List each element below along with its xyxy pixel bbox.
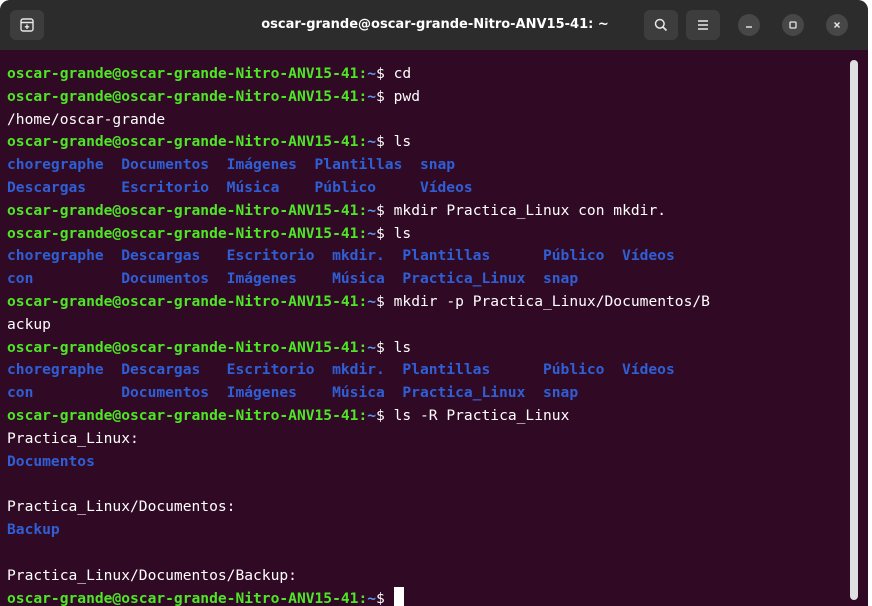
directory-names: Backup <box>7 520 60 538</box>
output-text: Practica_Linux/Documentos/Backup: <box>7 566 297 584</box>
prompt-colon: : <box>358 87 368 105</box>
output-text: ackup <box>7 315 51 333</box>
directory-listing-line: Documentos <box>7 451 847 474</box>
prompt-symbol: $ <box>376 133 385 151</box>
output-line: ackup <box>7 314 847 337</box>
command-text: ls <box>393 133 412 151</box>
prompt-colon: : <box>358 65 368 82</box>
prompt-user: oscar-grande@oscar-grande-Nitro-ANV15-41 <box>7 292 359 310</box>
prompt-symbol: $ <box>376 590 385 606</box>
menu-button[interactable] <box>686 10 720 40</box>
prompt-line: oscar-grande@oscar-grande-Nitro-ANV15-41… <box>7 587 847 606</box>
prompt-user: oscar-grande@oscar-grande-Nitro-ANV15-41 <box>7 65 359 82</box>
directory-listing-line: Backup <box>7 519 847 542</box>
prompt-line: oscar-grande@oscar-grande-Nitro-ANV15-41… <box>7 86 847 109</box>
prompt-symbol: $ <box>376 201 385 219</box>
search-icon <box>654 18 668 32</box>
prompt-line: oscar-grande@oscar-grande-Nitro-ANV15-41… <box>7 337 847 360</box>
prompt-path: ~ <box>367 133 377 151</box>
prompt-symbol: $ <box>376 338 385 356</box>
prompt-line: oscar-grande@oscar-grande-Nitro-ANV15-41… <box>7 223 847 246</box>
close-icon <box>834 22 840 28</box>
command-text: cd <box>393 65 412 82</box>
close-button[interactable] <box>826 14 848 36</box>
minimize-button[interactable] <box>738 14 760 36</box>
prompt-user: oscar-grande@oscar-grande-Nitro-ANV15-41 <box>7 87 359 105</box>
directory-names: con Documentos Imágenes Música Practica_… <box>7 384 579 402</box>
output-text: Practica_Linux: <box>7 429 139 447</box>
directory-listing-line: choregraphe Descargas Escritorio mkdir. … <box>7 245 847 268</box>
command-text: ls <box>393 338 412 356</box>
directory-listing-line: choregraphe Descargas Escritorio mkdir. … <box>7 359 847 382</box>
output-line: /home/oscar-grande <box>7 109 847 132</box>
command-text: ls -R Practica_Linux <box>393 406 570 424</box>
output-line: Practica_Linux/Documentos: <box>7 496 847 519</box>
prompt-colon: : <box>358 292 368 310</box>
maximize-button[interactable] <box>782 14 804 36</box>
prompt-path: ~ <box>367 338 377 356</box>
prompt-line: oscar-grande@oscar-grande-Nitro-ANV15-41… <box>7 405 847 428</box>
prompt-symbol: $ <box>376 292 385 310</box>
prompt-user: oscar-grande@oscar-grande-Nitro-ANV15-41 <box>7 224 359 242</box>
prompt-path: ~ <box>367 201 377 219</box>
new-tab-button[interactable] <box>10 10 44 40</box>
directory-listing-line: con Documentos Imágenes Música Practica_… <box>7 382 847 405</box>
prompt-user: oscar-grande@oscar-grande-Nitro-ANV15-41 <box>7 201 359 219</box>
prompt-colon: : <box>358 133 368 151</box>
command-text: ls <box>393 224 412 242</box>
window-title: oscar-grande@oscar-grande-Nitro-ANV15-41… <box>261 17 609 32</box>
directory-names: Descargas Escritorio Música Público Víde… <box>7 178 473 196</box>
new-tab-icon <box>20 18 34 32</box>
prompt-colon: : <box>358 406 368 424</box>
prompt-path: ~ <box>367 406 377 424</box>
prompt-path: ~ <box>367 590 377 606</box>
prompt-colon: : <box>358 338 368 356</box>
output-line: Practica_Linux: <box>7 428 847 451</box>
minimize-icon <box>746 26 752 28</box>
prompt-user: oscar-grande@oscar-grande-Nitro-ANV15-41 <box>7 338 359 356</box>
directory-listing-line: Descargas Escritorio Música Público Víde… <box>7 177 847 200</box>
directory-names: Documentos <box>7 452 95 470</box>
output-line: Practica_Linux/Documentos/Backup: <box>7 565 847 588</box>
directory-listing-line: con Documentos Imágenes Música Practica_… <box>7 268 847 291</box>
prompt-line: oscar-grande@oscar-grande-Nitro-ANV15-41… <box>7 63 847 86</box>
directory-names: con Documentos Imágenes Música Practica_… <box>7 270 579 288</box>
prompt-line: oscar-grande@oscar-grande-Nitro-ANV15-41… <box>7 291 847 314</box>
prompt-symbol: $ <box>376 406 385 424</box>
directory-listing-line: choregraphe Documentos Imágenes Plantill… <box>7 154 847 177</box>
prompt-symbol: $ <box>376 224 385 242</box>
prompt-path: ~ <box>367 292 377 310</box>
directory-names: choregraphe Descargas Escritorio mkdir. … <box>7 247 675 265</box>
prompt-path: ~ <box>367 87 377 105</box>
prompt-line: oscar-grande@oscar-grande-Nitro-ANV15-41… <box>7 200 847 223</box>
search-button[interactable] <box>644 10 678 40</box>
prompt-line: oscar-grande@oscar-grande-Nitro-ANV15-41… <box>7 131 847 154</box>
prompt-user: oscar-grande@oscar-grande-Nitro-ANV15-41 <box>7 590 359 606</box>
command-text: mkdir -p Practica_Linux/Documentos/B <box>393 292 710 310</box>
maximize-icon <box>789 21 797 29</box>
prompt-user: oscar-grande@oscar-grande-Nitro-ANV15-41 <box>7 133 359 151</box>
prompt-path: ~ <box>367 65 377 82</box>
prompt-user: oscar-grande@oscar-grande-Nitro-ANV15-41 <box>7 406 359 424</box>
terminal-output[interactable]: oscar-grande@oscar-grande-Nitro-ANV15-41… <box>7 63 847 606</box>
prompt-path: ~ <box>367 224 377 242</box>
output-text: Practica_Linux/Documentos: <box>7 498 236 516</box>
prompt-colon: : <box>358 201 368 219</box>
directory-names: choregraphe Descargas Escritorio mkdir. … <box>7 361 675 379</box>
terminal-window: oscar-grande@oscar-grande-Nitro-ANV15-41… <box>0 0 868 606</box>
command-text: pwd <box>393 87 420 105</box>
prompt-symbol: $ <box>376 87 385 105</box>
output-text: /home/oscar-grande <box>7 110 166 128</box>
prompt-symbol: $ <box>376 65 385 82</box>
directory-names: choregraphe Documentos Imágenes Plantill… <box>7 156 456 174</box>
prompt-colon: : <box>358 590 368 606</box>
title-bar: oscar-grande@oscar-grande-Nitro-ANV15-41… <box>0 0 868 50</box>
hamburger-menu-icon <box>698 20 708 30</box>
text-cursor <box>393 587 404 606</box>
prompt-colon: : <box>358 224 368 242</box>
command-text: mkdir Practica_Linux con mkdir. <box>393 201 667 219</box>
scrollbar[interactable] <box>850 60 858 600</box>
